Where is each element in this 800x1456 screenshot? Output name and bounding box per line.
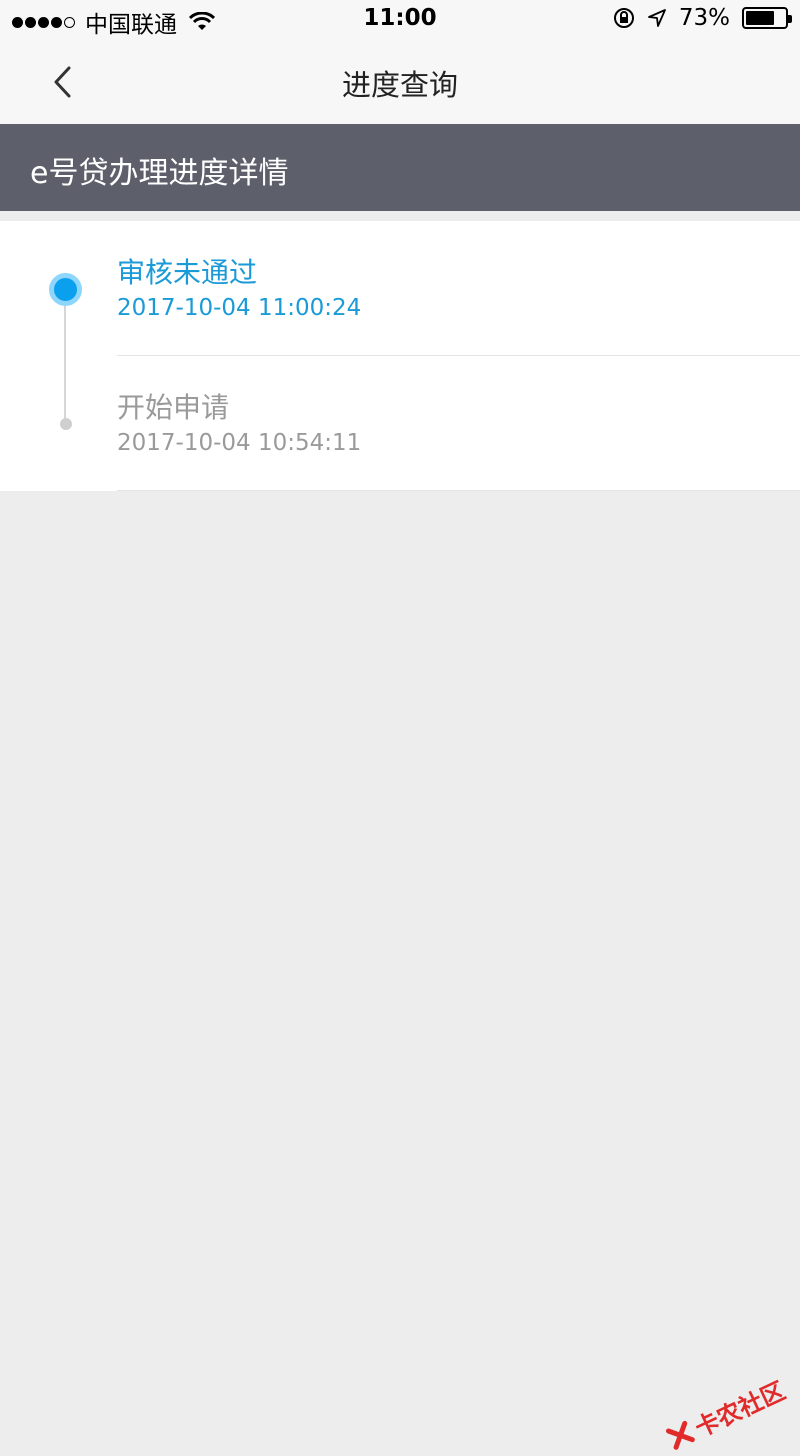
section-title: e号贷办理进度详情: [30, 148, 288, 192]
timeline-node-active: [49, 273, 82, 306]
battery-percent: 73%: [679, 5, 730, 31]
section-header: e号贷办理进度详情: [0, 124, 800, 211]
status-bar: 中国联通 11:00 73%: [0, 0, 800, 40]
timeline-line: [64, 288, 66, 424]
step-status: 审核未通过: [117, 251, 257, 291]
step-time: 2017-10-04 11:00:24: [117, 295, 361, 321]
progress-timeline: 审核未通过 2017-10-04 11:00:24 开始申请 2017-10-0…: [0, 221, 800, 491]
progress-step: 审核未通过 2017-10-04 11:00:24: [117, 221, 800, 356]
step-time: 2017-10-04 10:54:11: [117, 430, 361, 456]
battery-fill: [746, 11, 774, 25]
orientation-lock-icon: [613, 7, 635, 29]
watermark-text: 卡农社区: [688, 1371, 790, 1443]
step-status: 开始申请: [117, 386, 229, 426]
page-title: 进度查询: [0, 62, 800, 104]
location-arrow-icon: [647, 8, 667, 28]
progress-step: 开始申请 2017-10-04 10:54:11: [117, 356, 800, 491]
timeline-node-inactive: [60, 418, 72, 430]
navigation-bar: 进度查询: [0, 40, 800, 124]
battery-icon: [742, 7, 788, 29]
status-right: 73%: [601, 5, 788, 31]
watermark-logo: 卡农社区: [661, 1371, 790, 1456]
